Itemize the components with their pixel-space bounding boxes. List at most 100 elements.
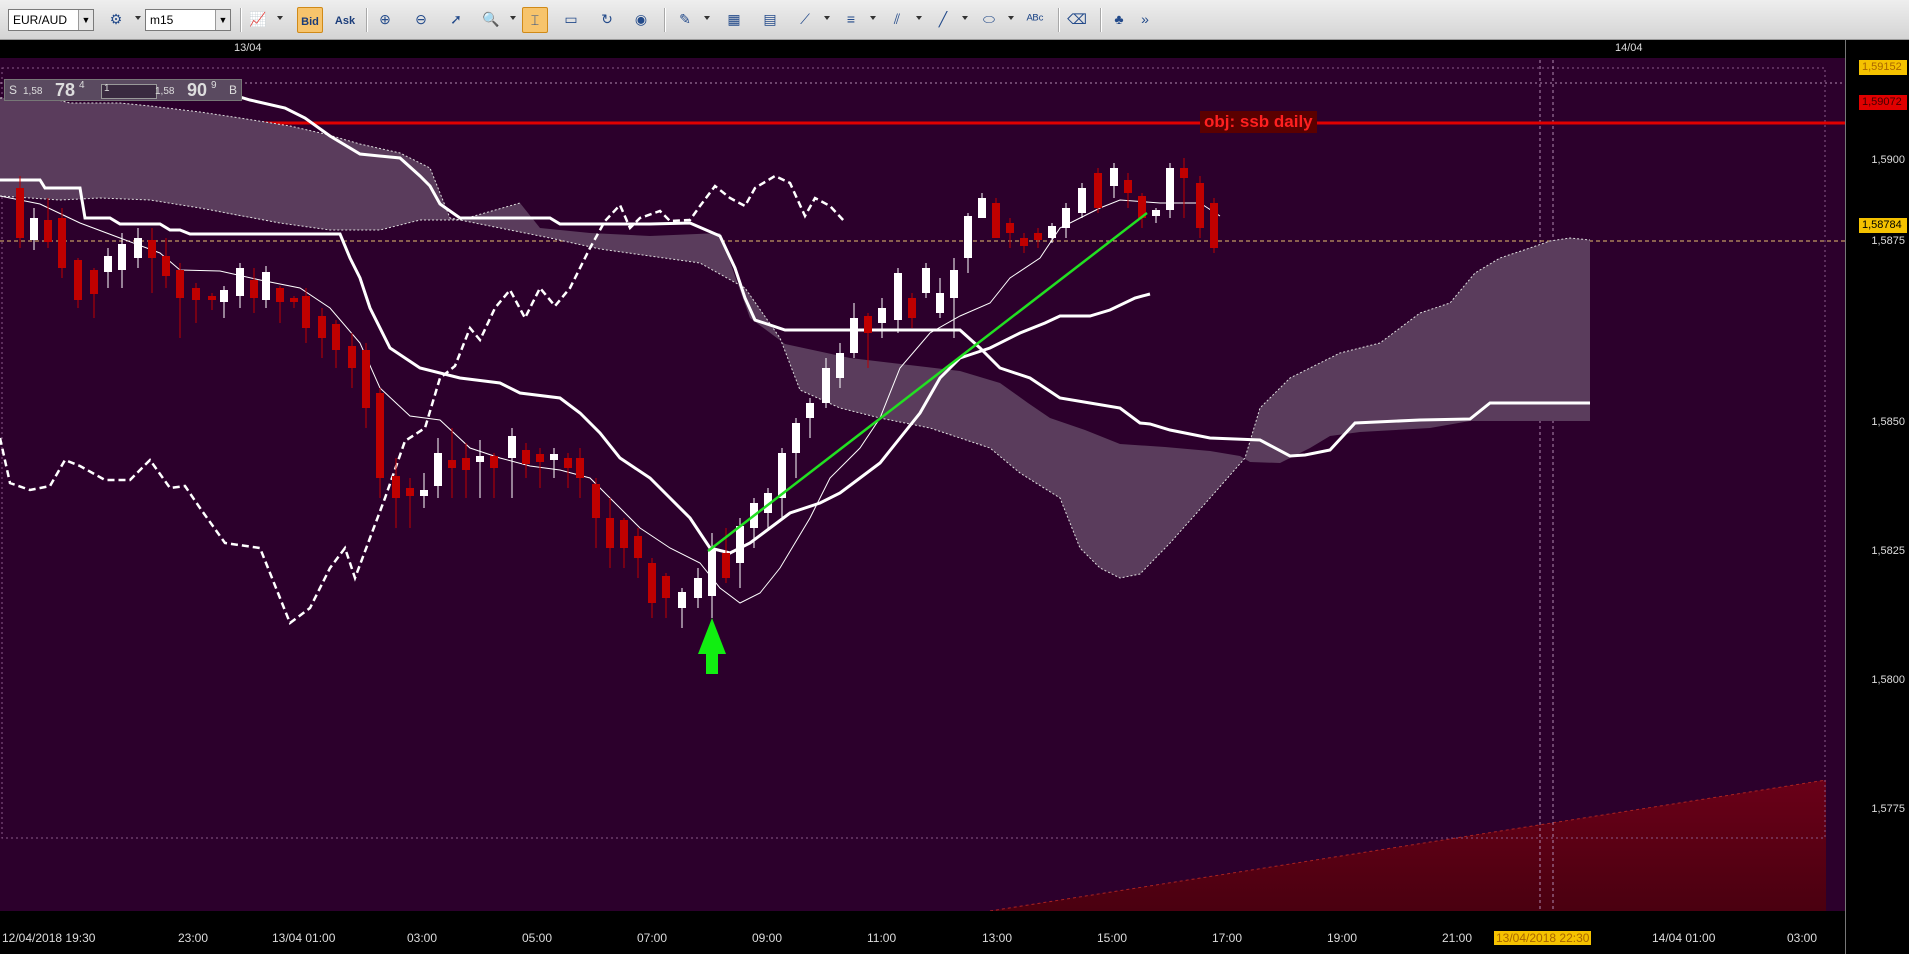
spread-box: 1: [101, 83, 157, 99]
chevron-down-icon[interactable]: [962, 16, 968, 20]
ask-button[interactable]: Ask: [332, 7, 358, 33]
candle-body: [978, 198, 986, 218]
candle-body: [908, 298, 916, 318]
candle-body: [262, 272, 270, 300]
crosshair-icon[interactable]: ⌶: [522, 7, 548, 33]
price-box-marker: 1,59152: [1859, 60, 1907, 75]
candle-body: [662, 576, 670, 598]
bid-button[interactable]: Bid: [297, 7, 323, 33]
candle-body: [836, 353, 844, 378]
chevron-down-icon[interactable]: ▼: [215, 10, 230, 30]
chevron-down-icon[interactable]: [824, 16, 830, 20]
picture-icon[interactable]: ▦: [721, 7, 747, 33]
more-icon[interactable]: »: [1138, 7, 1152, 33]
tree-icon[interactable]: ♣: [1106, 7, 1132, 33]
candle-body: [220, 290, 228, 302]
candle-body: [162, 256, 170, 276]
candle-body: [950, 270, 958, 298]
zoom-in-icon[interactable]: ⊕: [372, 7, 398, 33]
symbol-select[interactable]: EUR/AUD ▼: [8, 9, 94, 31]
lines-icon[interactable]: ≡: [838, 7, 864, 33]
candle-body: [208, 296, 216, 300]
time-tick: 17:00: [1212, 931, 1243, 945]
candle-body: [74, 260, 82, 300]
candle-body: [564, 458, 572, 468]
price-box-text: 1,59072: [1862, 96, 1902, 108]
top-date-axis: 13/04 14/04: [0, 40, 1845, 58]
spread-value: 1: [104, 83, 110, 94]
candle-body: [678, 592, 686, 608]
candle-body: [448, 460, 456, 468]
chevron-down-icon[interactable]: [916, 16, 922, 20]
text-abc-icon[interactable]: ᴬᴮᶜ: [1022, 7, 1048, 33]
chevron-down-icon[interactable]: [510, 16, 516, 20]
chevron-down-icon[interactable]: [277, 16, 283, 20]
timeframe-select[interactable]: m15 ▼: [145, 9, 231, 31]
magnify-icon[interactable]: 🔍: [478, 7, 504, 33]
candle-body: [1020, 238, 1028, 246]
eraser-icon[interactable]: ⌫: [1064, 7, 1090, 33]
trend-line-icon[interactable]: ╱: [930, 7, 956, 33]
candle-body: [606, 518, 614, 548]
candle-body: [44, 220, 52, 242]
chevron-down-icon[interactable]: [135, 16, 141, 20]
candle-body: [332, 324, 340, 350]
candle-body: [302, 296, 310, 328]
refresh-icon[interactable]: ↻: [594, 7, 620, 33]
price-tick: 1,5875: [1871, 235, 1905, 247]
candle-body: [176, 270, 184, 298]
globe-icon[interactable]: ◉: [628, 7, 654, 33]
time-tick: 03:00: [407, 931, 438, 945]
chevron-down-icon[interactable]: [1008, 16, 1014, 20]
template-icon[interactable]: ▤: [757, 7, 783, 33]
timeframe-value: m15: [150, 13, 174, 27]
candle-body: [1152, 210, 1160, 216]
candle-body: [576, 458, 584, 478]
candle-body: [694, 578, 702, 598]
channel-icon[interactable]: ⫽: [884, 7, 910, 33]
chart-annotation[interactable]: obj: ssb daily: [1200, 111, 1317, 133]
candle-body: [134, 238, 142, 258]
candle-body: [992, 203, 1000, 238]
buy-label: B: [229, 83, 238, 97]
time-tick: 13/04 01:00: [272, 931, 336, 945]
candle-body: [1180, 168, 1188, 178]
chevron-down-icon[interactable]: [704, 16, 710, 20]
candle-body: [376, 393, 384, 478]
candlestick-chart[interactable]: [0, 58, 1845, 911]
candle-body: [1094, 173, 1102, 208]
fan-icon[interactable]: ⟋: [792, 7, 818, 33]
time-tick: 13:00: [982, 931, 1013, 945]
candle-body: [922, 268, 930, 293]
pencil-icon[interactable]: ✎: [672, 7, 698, 33]
price-tick: 1,5850: [1871, 416, 1905, 428]
cursor-icon[interactable]: ➚: [443, 7, 469, 33]
sell-label: S: [9, 83, 18, 97]
buy-prefix: 1,58: [155, 86, 175, 97]
chevron-down-icon[interactable]: ▼: [78, 10, 93, 30]
price-axis[interactable]: 1,59152 1,59072 1,58784 1,5900 1,5875 1,…: [1845, 40, 1909, 954]
candle-body: [90, 270, 98, 294]
candle-body: [148, 240, 156, 258]
candle-body: [276, 288, 284, 302]
instrument-icon[interactable]: ⚙: [103, 7, 129, 33]
zoom-out-icon[interactable]: ⊖: [408, 7, 434, 33]
quote-panel[interactable]: S 1,58 78 4 1 1,58 90 9 B: [4, 79, 242, 101]
time-cursor-label: 13/04/2018 22:30: [1494, 931, 1592, 945]
ask-label: Ask: [334, 15, 356, 27]
ellipse-icon[interactable]: ⬭: [976, 7, 1002, 33]
candle-body: [1210, 203, 1218, 248]
sell-price: 78: [55, 80, 76, 100]
separator: [1100, 8, 1102, 32]
toolbar: EUR/AUD ▼ ⚙ m15 ▼ 📈 Bid Ask ⊕ ⊖ ➚ 🔍 ⌶ ▭ …: [0, 0, 1909, 40]
candle-body: [708, 550, 716, 596]
chart-type-icon[interactable]: 📈: [245, 7, 271, 33]
window-icon[interactable]: ▭: [558, 7, 584, 33]
candle-body: [318, 316, 326, 338]
top-date-label: 13/04: [234, 42, 262, 54]
candle-body: [806, 403, 814, 418]
candle-body: [420, 490, 428, 496]
time-tick: 15:00: [1097, 931, 1128, 945]
chevron-down-icon[interactable]: [870, 16, 876, 20]
candle-body: [192, 288, 200, 300]
